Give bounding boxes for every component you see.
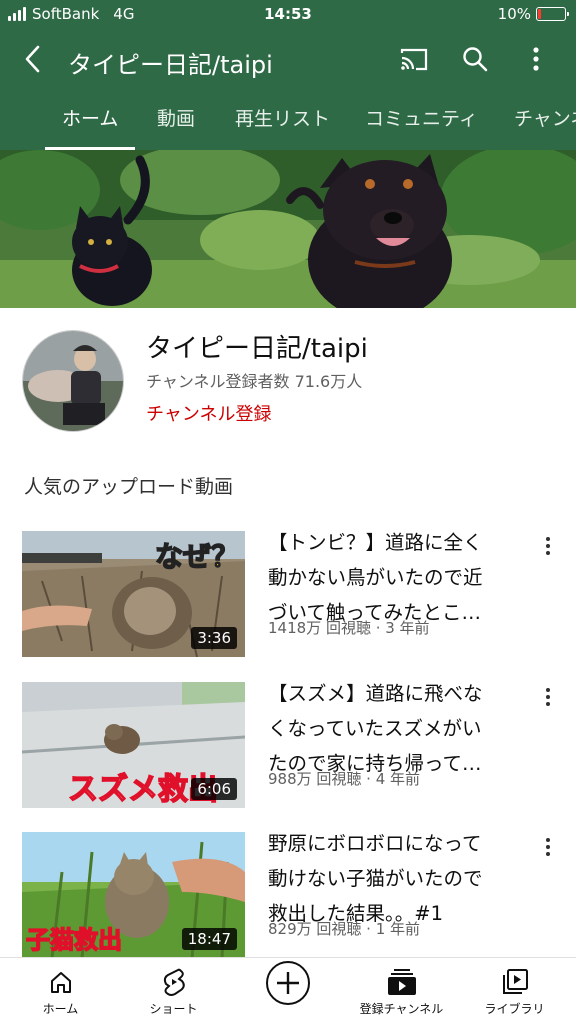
video-duration: 3:36 [191,627,237,649]
cast-button[interactable] [396,41,432,77]
tab-community[interactable]: コミュニティ [348,88,495,150]
section-title: 人気のアップロード動画 [24,476,234,498]
nav-create[interactable] [230,958,345,1024]
nav-label: ショート [149,1002,198,1016]
video-more-button[interactable] [536,684,560,710]
video-duration: 18:47 [181,928,237,950]
search-button[interactable] [457,41,493,77]
home-icon [48,967,74,997]
avatar[interactable] [22,330,124,432]
status-bar: SoftBank 4G 14:53 10% [0,0,576,30]
avatar-image [23,331,123,431]
video-title[interactable]: 野原にボロボロになって 動けない子猫がいたので 救出した結果。。#1 [268,826,524,931]
video-thumbnail[interactable]: スズメ救出 6:06 [22,682,245,808]
chevron-left-icon [25,45,40,73]
channel-info: タイピー日記/taipi チャンネル登録者数 71.6万人 チャンネル登録 [0,308,576,458]
status-right: 10% [497,5,569,23]
thumbnail-caption: なぜ？ [154,539,240,574]
video-meta: 988万 回視聴 · 4 年前 [268,770,421,788]
channel-banner [0,150,576,308]
library-icon [501,967,529,997]
video-meta: 829万 回視聴 · 1 年前 [268,920,421,938]
subscriptions-icon [387,967,417,997]
video-thumbnail[interactable]: なぜ？ 3:36 [22,531,245,657]
tab-playlists[interactable]: 再生リスト [218,88,347,150]
video-item[interactable]: 子猫救出 18:47 野原にボロボロになって 動けない子猫がいたので 救出した結… [0,832,576,962]
nav-label: ホーム [42,1002,79,1016]
bottom-nav: ホーム ショート 登録チャンネル ライブラリ [0,957,576,1024]
video-thumbnail[interactable]: 子猫救出 18:47 [22,832,245,958]
video-title-line: 【スズメ】道路に飛べな [268,682,483,705]
video-item[interactable]: スズメ救出 6:06 【スズメ】道路に飛べな くなっていたスズメがい たので家に… [0,682,576,812]
status-time: 14:53 [264,5,312,23]
battery-icon [536,7,569,21]
banner-image [0,150,576,308]
video-title-line: 野原にボロボロになって [268,832,482,855]
video-title[interactable]: 【スズメ】道路に飛べな くなっていたスズメがい たので家に持ち帰って… [268,676,524,781]
video-item[interactable]: なぜ？ 3:36 【トンビ？】道路に全く 動かない鳥がいたので近 づいて触ってみ… [0,531,576,661]
video-meta: 1418万 回視聴 · 3 年前 [268,619,430,637]
video-title-line: くなっていたスズメがい [268,717,482,740]
video-title-line: 動けない子猫がいたので [268,867,483,890]
tab-videos[interactable]: 動画 [140,88,212,150]
nav-library[interactable]: ライブラリ [457,958,572,1024]
nav-label: ライブラリ [484,1002,545,1016]
thumbnail-caption: 子猫救出 [25,925,123,955]
nav-label: 登録チャンネル [359,1002,444,1016]
back-button[interactable] [14,40,52,78]
more-vert-icon [533,47,539,71]
video-title[interactable]: 【トンビ？】道路に全く 動かない鳥がいたので近 づいて触ってみたとこ… [268,525,524,630]
create-plus-icon [265,961,311,1005]
cast-icon [400,48,428,71]
video-title-line: 動かない鳥がいたので近 [268,566,483,589]
battery-percent: 10% [497,5,531,23]
tab-home[interactable]: ホーム [45,88,136,150]
nav-shorts[interactable]: ショート [116,958,231,1024]
tab-channels[interactable]: チャンネル [497,88,576,150]
video-duration: 6:06 [191,778,237,800]
app-header: タイピー日記/taipi [0,30,576,88]
channel-name: タイピー日記/taipi [146,334,368,364]
channel-tabs: ホーム 動画 再生リスト コミュニティ チャンネル [0,88,576,150]
nav-home[interactable]: ホーム [3,958,118,1024]
subscribe-button[interactable]: チャンネル登録 [146,400,271,426]
more-options-button[interactable] [518,41,554,77]
video-title-line: 【トンビ？】道路に全く [268,531,483,554]
shorts-icon [161,967,187,997]
header-title: タイピー日記/taipi [68,51,273,79]
nav-subscriptions[interactable]: 登録チャンネル [344,958,459,1024]
search-icon [463,47,488,72]
video-more-button[interactable] [536,533,560,559]
video-more-button[interactable] [536,834,560,860]
subscriber-count: チャンネル登録者数 71.6万人 [146,372,363,391]
